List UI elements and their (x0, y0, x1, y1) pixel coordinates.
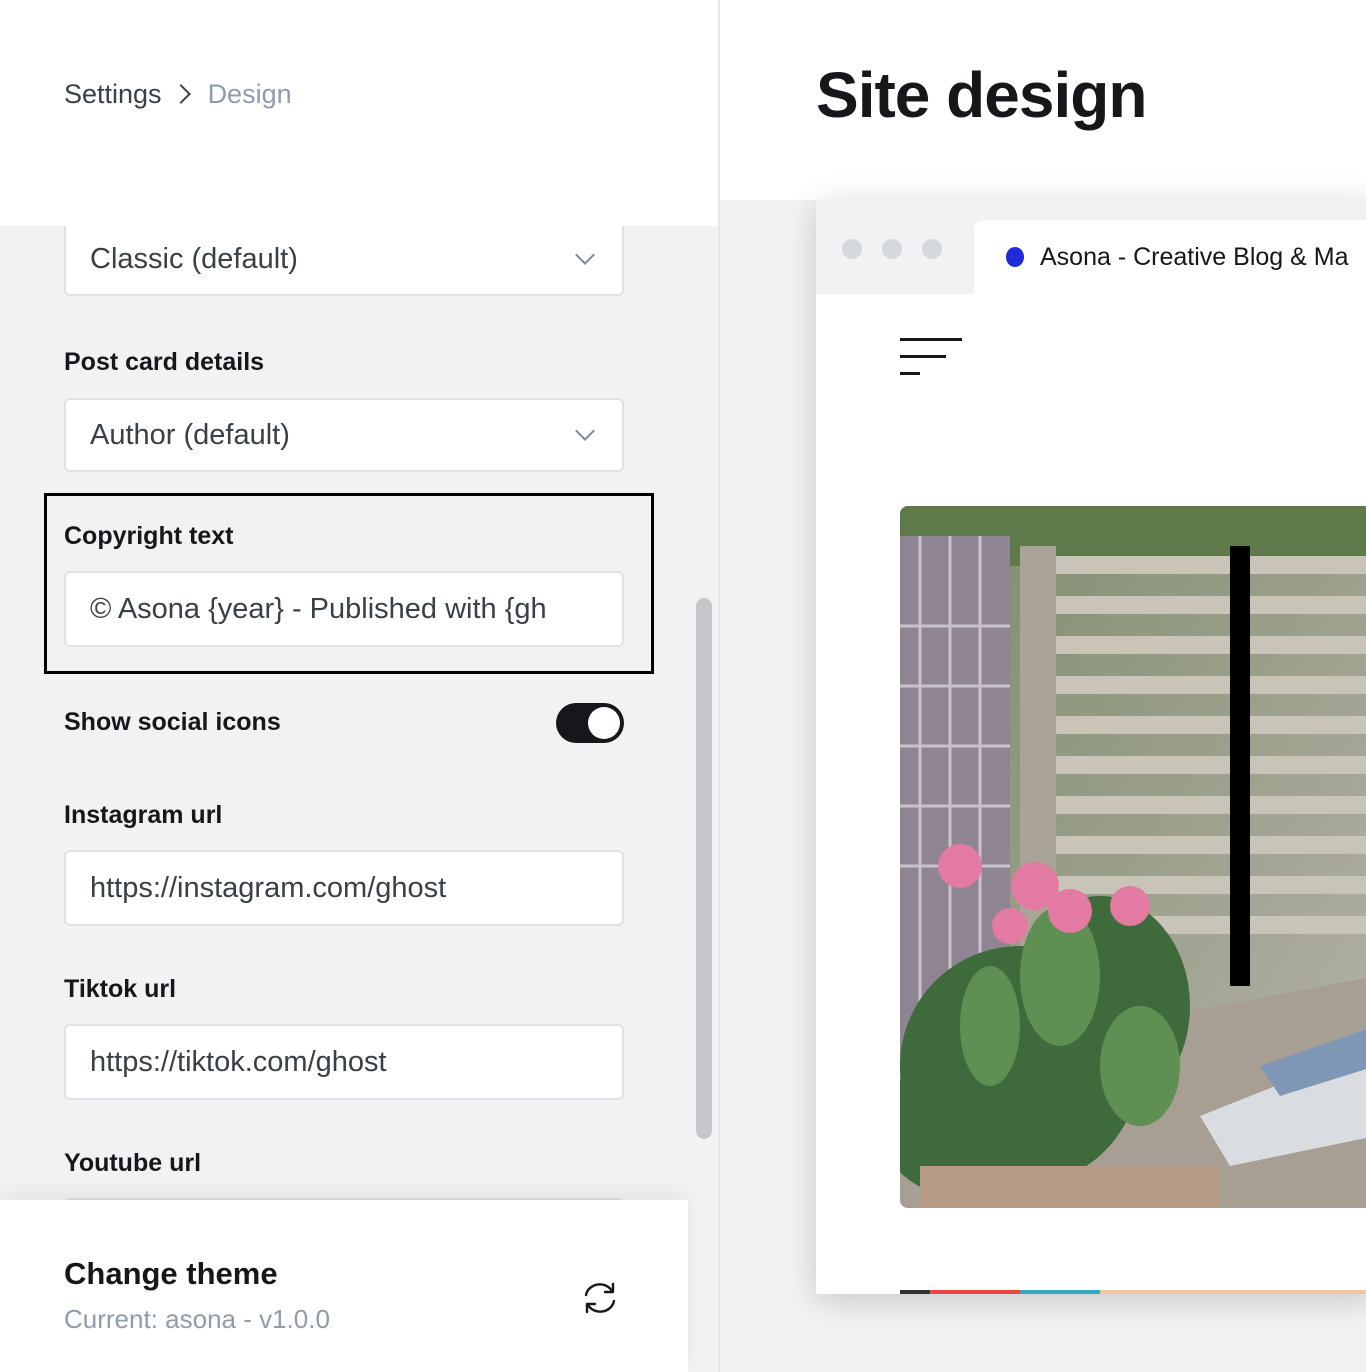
feed-layout-select[interactable]: Classic (default) (64, 226, 624, 296)
sidebar-header: Settings Design (0, 0, 718, 226)
window-dot-icon (882, 239, 902, 259)
chevron-down-icon (575, 245, 595, 265)
current-theme-text: Current: asona - v1.0.0 (64, 1304, 330, 1334)
feed-layout-value: Classic (default) (90, 242, 298, 275)
breadcrumb-settings-link[interactable]: Settings (64, 79, 162, 110)
toggle-knob (588, 707, 620, 739)
copyright-text-input[interactable] (64, 571, 624, 647)
post-card-details-label: Post card details (64, 348, 265, 376)
post-card-details-select[interactable]: Author (default) (64, 398, 624, 472)
breadcrumb-current: Design (207, 78, 292, 109)
instagram-url-input[interactable] (64, 850, 624, 926)
favicon-icon (1006, 247, 1024, 267)
change-theme-footer[interactable]: Change theme Current: asona - v1.0.0 (0, 1200, 688, 1372)
scrollbar-thumb[interactable] (696, 598, 712, 1139)
page-title: Site design (816, 59, 1147, 131)
preview-stage: Asona - Creative Blog & Ma (720, 200, 1366, 1372)
copyright-text-label: Copyright text (64, 522, 234, 550)
change-theme-title: Change theme (64, 1256, 278, 1291)
refresh-icon[interactable] (580, 1280, 620, 1316)
show-social-icons-toggle[interactable] (556, 703, 624, 743)
browser-tab: Asona - Creative Blog & Ma (974, 220, 1366, 294)
breadcrumb: Settings Design (64, 76, 292, 112)
chevron-right-icon (170, 84, 191, 104)
preview-pane: Site design Asona - Creative Blog & Ma (720, 0, 1366, 1372)
instagram-url-label: Instagram url (64, 801, 223, 829)
browser-preview-window: Asona - Creative Blog & Ma (816, 200, 1366, 1294)
settings-sidebar: Settings Design Classic (default) Post c… (0, 0, 718, 1372)
youtube-url-label: Youtube url (64, 1149, 202, 1177)
show-social-icons-label: Show social icons (64, 708, 281, 736)
browser-tab-title: Asona - Creative Blog & Ma (1040, 242, 1349, 271)
tiktok-url-input[interactable] (64, 1024, 624, 1100)
browser-toolbar: Asona - Creative Blog & Ma (816, 200, 1366, 294)
window-dot-icon (842, 239, 862, 259)
window-dot-icon (922, 239, 942, 259)
hamburger-icon[interactable] (900, 338, 962, 378)
tiktok-url-label: Tiktok url (64, 975, 177, 1003)
post-card-details-value: Author (default) (90, 418, 290, 451)
next-post-thumbnail-edge (900, 1290, 1366, 1294)
hero-photo (900, 506, 1366, 1208)
chevron-down-icon (575, 421, 595, 441)
